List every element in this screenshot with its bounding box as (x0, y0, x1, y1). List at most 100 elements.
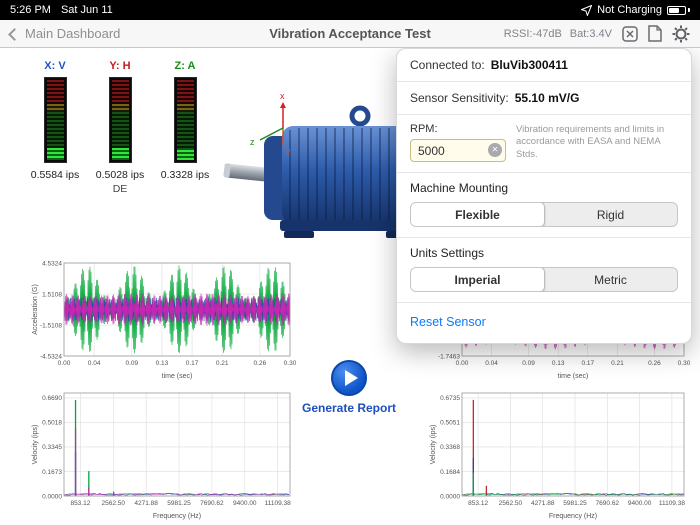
connected-row: Connected to: BluVib300411 (397, 49, 691, 82)
battery-status-label: Not Charging (597, 4, 662, 16)
svg-text:11109.38: 11109.38 (659, 500, 686, 507)
svg-text:0.04: 0.04 (88, 360, 101, 367)
svg-text:time (sec): time (sec) (558, 373, 589, 380)
svg-text:Frequency (Hz): Frequency (Hz) (153, 513, 201, 520)
motor-hook (349, 105, 371, 127)
sensitivity-row: Sensor Sensitivity: 55.10 mV/G (397, 82, 691, 115)
mounting-option-flexible[interactable]: Flexible (411, 203, 545, 226)
units-section: Units Settings Imperial Metric (397, 238, 691, 303)
svg-text:0.13: 0.13 (552, 360, 565, 367)
connected-label: Connected to: (410, 58, 485, 72)
settings-popover: Connected to: BluVib300411 Sensor Sensit… (396, 48, 692, 344)
svg-text:Velocity (ips): Velocity (ips) (32, 425, 39, 465)
axis-meters: X: V 0.5584 ips Y: H 0.5028 ips DE Z: A … (31, 60, 210, 196)
svg-text:9400.00: 9400.00 (628, 500, 652, 507)
meter-z-bar (173, 77, 197, 163)
document-icon[interactable] (648, 25, 662, 42)
meter-y-note: DE (112, 183, 128, 195)
svg-text:0.5018: 0.5018 (42, 420, 62, 427)
svg-text:853.12: 853.12 (70, 500, 90, 507)
svg-text:z: z (250, 137, 255, 147)
x-square-icon[interactable] (622, 25, 638, 42)
svg-text:0.26: 0.26 (254, 360, 267, 367)
svg-text:0.13: 0.13 (156, 360, 169, 367)
rpm-label: RPM: (410, 123, 438, 135)
units-label: Units Settings (410, 246, 485, 260)
svg-text:Acceleration (G): Acceleration (G) (32, 284, 39, 335)
svg-text:11109.38: 11109.38 (265, 500, 292, 507)
svg-text:0.5051: 0.5051 (440, 420, 460, 427)
svg-text:5981.25: 5981.25 (167, 500, 191, 507)
meter-y-bar (108, 77, 132, 163)
svg-text:7690.62: 7690.62 (200, 500, 224, 507)
velocity-spectrum-chart-left: 853.12 2562.50 4271.88 5981.25 7690.62 9400.0… (30, 388, 296, 522)
velocity-spectrum-chart-right: 853.12 2562.50 4271.88 5981.25 7690.62 9400.0… (428, 388, 690, 522)
connected-device-name: BluVib300411 (490, 58, 568, 72)
mounting-segmented-control: Flexible Rigid (410, 202, 678, 227)
svg-text:0.1684: 0.1684 (440, 469, 460, 476)
svg-text:0.30: 0.30 (284, 360, 296, 367)
svg-text:5981.25: 5981.25 (563, 500, 587, 507)
svg-text:0.17: 0.17 (581, 360, 594, 367)
svg-text:time (sec): time (sec) (162, 373, 193, 380)
sensitivity-label: Sensor Sensitivity: (410, 91, 509, 105)
svg-text:0.3368: 0.3368 (440, 444, 460, 451)
meter-y-value: 0.5028 ips (95, 169, 145, 181)
acceleration-waveform-chart-left: 0.00 0.04 0.09 0.13 0.17 0.21 0.26 0.30 4.5324 1.… (30, 258, 296, 382)
meter-x-label: X: V (44, 60, 66, 72)
svg-text:4271.88: 4271.88 (134, 500, 158, 507)
units-option-imperial[interactable]: Imperial (411, 268, 545, 291)
svg-text:Frequency (Hz): Frequency (Hz) (549, 513, 597, 520)
reset-row: Reset Sensor (397, 303, 691, 343)
status-bar: 5:26 PM Sat Jun 11 Not Charging (0, 0, 700, 20)
status-time: 5:26 PM (10, 4, 51, 16)
gear-icon[interactable] (672, 25, 690, 43)
units-option-metric[interactable]: Metric (544, 268, 677, 291)
generate-report-label[interactable]: Generate Report (299, 401, 399, 415)
rpm-section: RPM: ✕ Vibration requirements and limits… (397, 115, 691, 173)
svg-text:-1.7463: -1.7463 (438, 353, 460, 360)
svg-text:2562.50: 2562.50 (499, 500, 523, 507)
reset-sensor-link[interactable]: Reset Sensor (410, 315, 486, 329)
meter-z-label: Z: A (174, 60, 196, 72)
rpm-input-wrap: ✕ (410, 139, 506, 162)
meter-z: Z: A 0.3328 ips (160, 60, 210, 196)
svg-text:0.00: 0.00 (456, 360, 469, 367)
svg-text:-1.5108: -1.5108 (40, 322, 62, 329)
play-button[interactable] (331, 360, 367, 396)
svg-text:x: x (280, 91, 285, 101)
mounting-section: Machine Mounting Flexible Rigid (397, 173, 691, 238)
rpm-hint-text: Vibration requirements and limits in acc… (516, 123, 665, 160)
svg-text:0.21: 0.21 (611, 360, 624, 367)
svg-text:0.04: 0.04 (485, 360, 498, 367)
svg-text:0.30: 0.30 (678, 360, 690, 367)
meter-x-bar (43, 77, 67, 163)
svg-text:0.3345: 0.3345 (42, 444, 62, 451)
svg-text:-4.5324: -4.5324 (40, 353, 62, 360)
back-button[interactable]: Main Dashboard (0, 26, 120, 41)
svg-text:2562.50: 2562.50 (102, 500, 126, 507)
generate-report: Generate Report (299, 360, 399, 415)
svg-text:0.09: 0.09 (125, 360, 138, 367)
sensitivity-value: 55.10 mV/G (514, 91, 580, 105)
rssi-value: RSSI:-47dB (503, 27, 562, 40)
svg-text:4271.88: 4271.88 (531, 500, 555, 507)
location-arrow-icon (581, 4, 593, 16)
svg-text:4.5324: 4.5324 (42, 260, 62, 267)
svg-text:0.26: 0.26 (648, 360, 661, 367)
nav-bar: Main Dashboard Vibration Acceptance Test… (0, 20, 700, 48)
svg-text:y: y (286, 146, 291, 156)
svg-text:0.6735: 0.6735 (440, 395, 460, 402)
svg-text:0.17: 0.17 (186, 360, 199, 367)
sensor-telemetry: RSSI:-47dB Bat:3.4V (504, 28, 612, 40)
meter-z-value: 0.3328 ips (160, 169, 210, 181)
meter-x: X: V 0.5584 ips (31, 60, 79, 196)
svg-text:0.1673: 0.1673 (42, 469, 62, 476)
mounting-option-rigid[interactable]: Rigid (544, 203, 677, 226)
svg-text:1.5108: 1.5108 (42, 291, 62, 298)
sensor-battery-value: Bat:3.4V (569, 27, 612, 40)
svg-text:0.21: 0.21 (216, 360, 229, 367)
clear-input-icon[interactable]: ✕ (488, 143, 502, 157)
play-icon (344, 370, 358, 386)
back-label: Main Dashboard (25, 26, 121, 41)
